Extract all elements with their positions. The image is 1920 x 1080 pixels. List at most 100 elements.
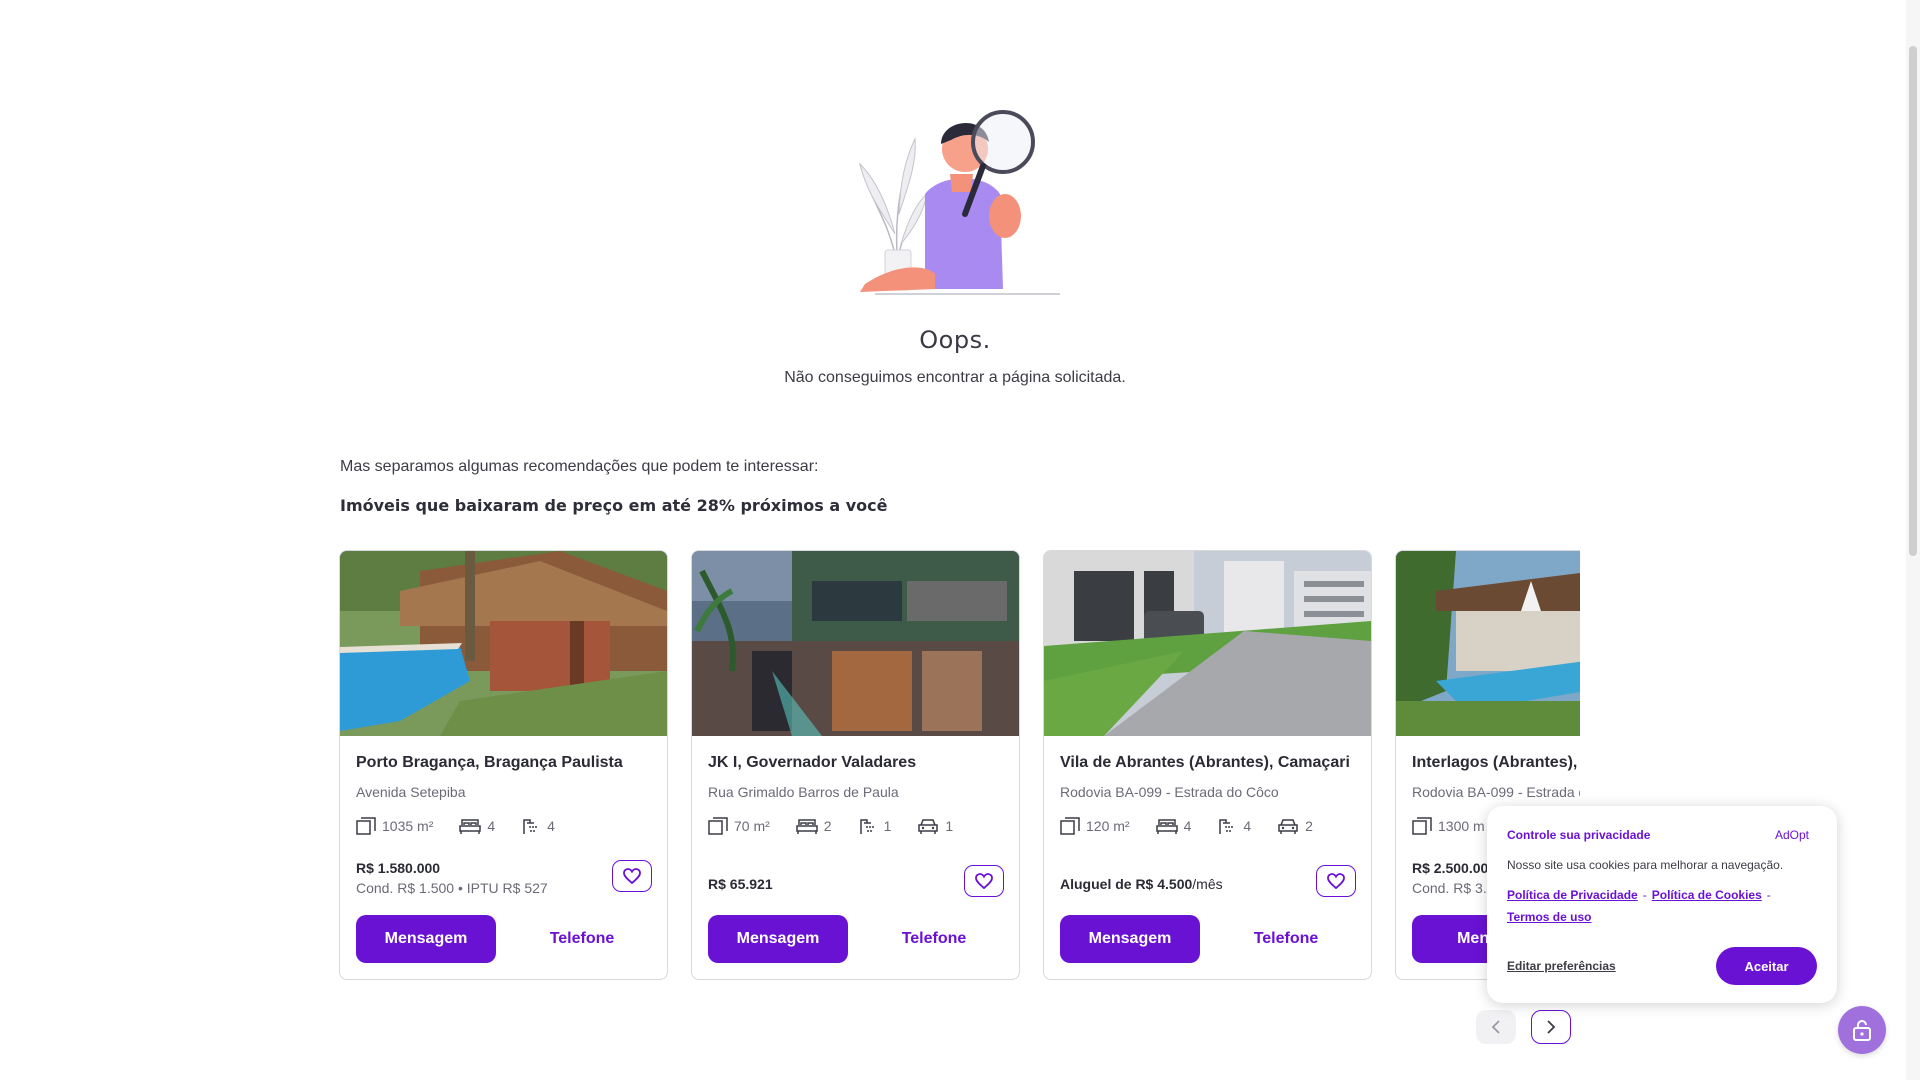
listing-photo[interactable] xyxy=(1396,551,1580,736)
accept-button[interactable]: Aceitar xyxy=(1716,947,1817,985)
listing-title[interactable]: Vila de Abrantes (Abrantes), Camaçari xyxy=(1060,754,1350,772)
error-title: Oops. xyxy=(919,326,991,354)
privacy-settings-button[interactable] xyxy=(1838,1006,1886,1054)
area-icon xyxy=(708,817,728,835)
scrollbar-thumb[interactable] xyxy=(1909,46,1917,556)
feature-area: 1300 m xyxy=(1412,817,1485,835)
cookie-title: Controle sua privacidade xyxy=(1507,828,1651,842)
favorite-button[interactable] xyxy=(964,865,1004,897)
phone-button[interactable]: Telefone xyxy=(1216,915,1356,963)
listing-card[interactable]: JK I, Governador Valadares Rua Grimaldo … xyxy=(691,550,1020,980)
shower-icon xyxy=(1219,819,1234,834)
feature-parking-value: 2 xyxy=(1305,818,1313,834)
edit-preferences-link[interactable]: Editar preferências xyxy=(1507,959,1616,973)
feature-area: 1035 m² xyxy=(356,817,433,835)
listing-photo[interactable] xyxy=(692,551,1019,736)
listing-card[interactable]: Porto Bragança, Bragança Paulista Avenid… xyxy=(339,550,668,980)
privacy-policy-link[interactable]: Política de Privacidade xyxy=(1507,888,1638,902)
feature-area-value: 1035 m² xyxy=(382,818,434,834)
listing-price-unit: /mês xyxy=(1192,876,1223,892)
feature-bedrooms-value: 4 xyxy=(1183,818,1192,834)
feature-bathrooms-value: 4 xyxy=(1243,818,1252,834)
message-button[interactable]: Mensagem xyxy=(1060,915,1200,963)
area-icon xyxy=(1412,817,1432,835)
chevron-left-icon xyxy=(1491,1020,1500,1034)
listing-card[interactable]: Vila de Abrantes (Abrantes), Camaçari Ro… xyxy=(1043,550,1372,980)
cookie-banner: Controle sua privacidade AdOpt Nosso sit… xyxy=(1487,806,1837,1003)
feature-bedrooms-value: 4 xyxy=(487,818,496,834)
terms-of-use-link[interactable]: Termos de uso xyxy=(1507,910,1591,924)
favorite-button[interactable] xyxy=(612,860,652,892)
area-icon xyxy=(1060,817,1080,835)
feature-bathrooms-value: 1 xyxy=(883,818,892,834)
message-button[interactable]: Mensagem xyxy=(708,915,848,963)
carousel-next-button[interactable] xyxy=(1531,1010,1571,1044)
listing-price: R$ 2.500.00 xyxy=(1412,860,1488,876)
listing-title[interactable]: Porto Bragança, Bragança Paulista xyxy=(356,754,623,772)
listing-price-value: Aluguel de R$ 4.500 xyxy=(1060,876,1193,892)
feature-bedrooms: 4 xyxy=(459,817,495,835)
feature-bathrooms-value: 4 xyxy=(547,818,555,834)
feature-area-value: 120 m² xyxy=(1086,818,1130,834)
listing-features: 120 m² 4 4 2 xyxy=(1060,817,1339,835)
feature-bathrooms: 4 xyxy=(1217,817,1251,835)
lock-icon xyxy=(1853,1020,1871,1041)
listing-price-value: R$ 65.921 xyxy=(708,876,773,892)
heart-icon xyxy=(1327,873,1345,889)
listing-price: R$ 1.580.000 xyxy=(356,860,440,876)
phone-button[interactable]: Telefone xyxy=(864,915,1004,963)
message-button[interactable]: Mensagem xyxy=(356,915,496,963)
car-icon xyxy=(918,819,939,834)
cookie-text: Nosso site usa cookies para melhorar a n… xyxy=(1507,858,1784,872)
listing-fees: Cond. R$ 3.0 xyxy=(1412,880,1495,896)
shower-icon xyxy=(859,819,874,834)
feature-bathrooms: 1 xyxy=(858,817,892,835)
listing-price: Aluguel de R$ 4.500/mês xyxy=(1060,876,1223,892)
bed-icon xyxy=(1155,819,1178,834)
listing-features: 70 m² 2 1 1 xyxy=(708,817,979,835)
listing-features: 1035 m² 4 4 xyxy=(356,817,581,835)
bed-icon xyxy=(796,819,818,834)
page-scrollbar[interactable] xyxy=(1906,0,1920,1080)
feature-parking: 1 xyxy=(917,817,953,835)
favorite-button[interactable] xyxy=(1316,865,1356,897)
chevron-right-icon xyxy=(1547,1020,1556,1034)
link-separator: - xyxy=(1766,888,1771,902)
listing-title[interactable]: Interlagos (Abrantes), C xyxy=(1412,754,1580,772)
feature-bedrooms: 4 xyxy=(1155,817,1192,835)
cookie-brand-link[interactable]: AdOpt xyxy=(1775,828,1809,842)
cookie-links: Política de Privacidade - Política de Cook… xyxy=(1507,884,1817,928)
listing-address: Rodovia BA-099 - Estrada d xyxy=(1412,784,1580,800)
listings-carousel: Porto Bragança, Bragança Paulista Avenid… xyxy=(339,550,1580,982)
carousel-prev-button[interactable] xyxy=(1476,1010,1516,1044)
listing-address: Rodovia BA-099 - Estrada do Côco xyxy=(1060,784,1279,800)
listing-photo[interactable] xyxy=(340,551,667,736)
feature-area-value: 1300 m xyxy=(1438,818,1485,834)
shower-icon xyxy=(523,819,537,834)
listing-price-value: R$ 2.500.00 xyxy=(1412,860,1489,876)
car-icon xyxy=(1278,819,1298,834)
area-icon xyxy=(356,817,376,835)
listing-price-value: R$ 1.580.000 xyxy=(356,860,441,876)
listing-title[interactable]: JK I, Governador Valadares xyxy=(708,754,916,772)
feature-area-value: 70 m² xyxy=(734,818,770,834)
feature-bedrooms: 2 xyxy=(796,817,832,835)
cookie-policy-link[interactable]: Política de Cookies xyxy=(1652,888,1762,902)
feature-parking-value: 1 xyxy=(945,818,954,834)
feature-bedrooms-value: 2 xyxy=(823,818,832,834)
listing-address: Rua Grimaldo Barros de Paula xyxy=(708,784,899,800)
recommendations-intro: Mas separamos algumas recomendações que … xyxy=(340,458,819,475)
heart-icon xyxy=(623,868,641,884)
listing-photo[interactable] xyxy=(1044,551,1371,736)
not-found-illustration xyxy=(859,110,1060,295)
feature-bathrooms: 4 xyxy=(521,817,555,835)
listing-price: R$ 65.921 xyxy=(708,876,773,892)
recommendations-title: Imóveis que baixaram de preço em até 28%… xyxy=(340,496,888,515)
error-message: Não conseguimos encontrar a página solic… xyxy=(784,369,1126,386)
listing-address: Avenida Setepiba xyxy=(356,784,466,800)
phone-button[interactable]: Telefone xyxy=(512,915,652,963)
feature-parking: 2 xyxy=(1277,817,1313,835)
feature-area: 70 m² xyxy=(708,817,770,835)
listing-fees: Cond. R$ 1.500 • IPTU R$ 527 xyxy=(356,880,548,896)
bed-icon xyxy=(459,819,482,834)
